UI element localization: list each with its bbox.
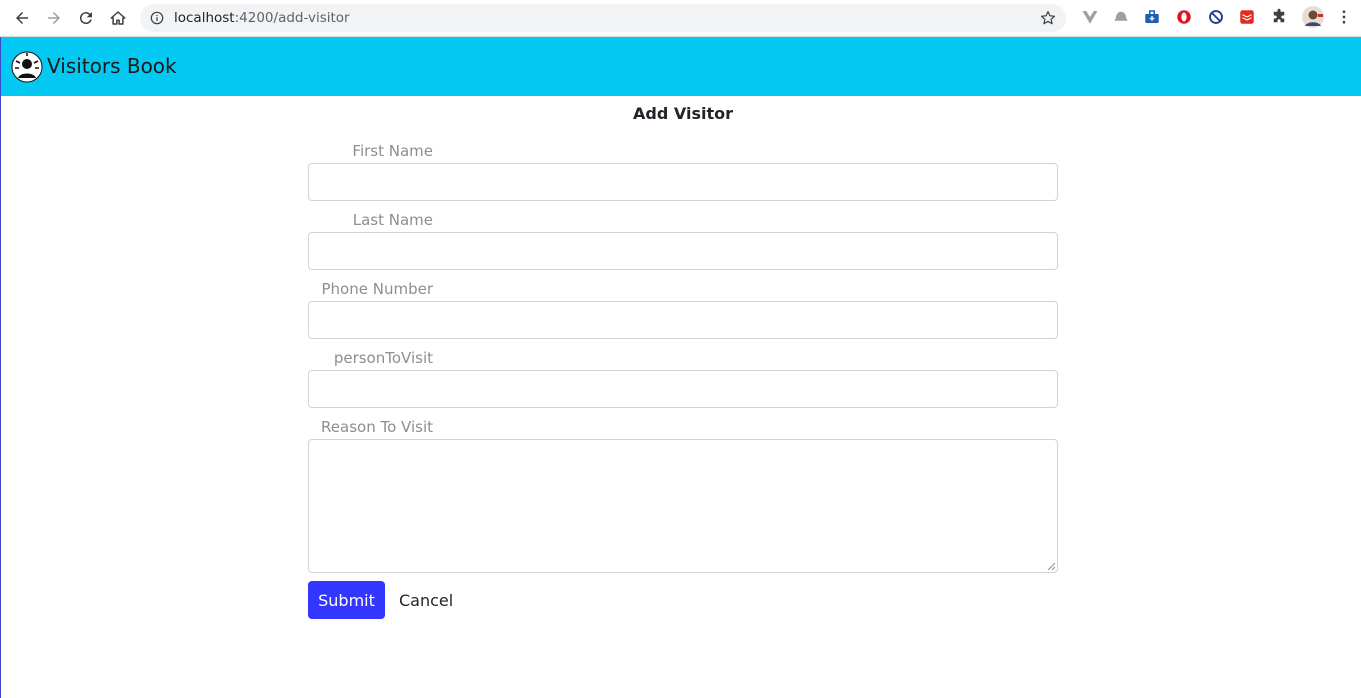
forward-button[interactable] [42, 6, 66, 30]
reload-icon [79, 12, 92, 25]
home-icon [110, 11, 126, 25]
extension-block-icon[interactable] [1207, 8, 1225, 26]
extension-opera-icon[interactable] [1175, 8, 1193, 26]
url-path: :4200/add-visitor [234, 10, 350, 26]
reload-button[interactable] [74, 6, 98, 30]
reason-to-visit-label: Reason To Visit [321, 418, 433, 436]
reason-to-visit-textarea[interactable] [308, 439, 1058, 573]
home-button[interactable] [106, 6, 130, 30]
first-name-input[interactable] [308, 163, 1058, 201]
back-button[interactable] [10, 6, 34, 30]
browser-toolbar: localhost:4200/add-visitor [0, 0, 1361, 37]
first-name-label: First Name [352, 142, 433, 160]
url-text: localhost:4200/add-visitor [174, 10, 350, 26]
person-to-visit-label: personToVisit [333, 349, 433, 367]
extension-vue-icon[interactable] [1081, 8, 1099, 26]
info-icon[interactable] [150, 11, 164, 25]
resize-handle-icon[interactable] [1047, 562, 1055, 570]
bookmark-star-icon[interactable] [1039, 9, 1057, 27]
arrow-right-icon [48, 12, 60, 24]
extensions-puzzle-icon[interactable] [1270, 8, 1288, 26]
extension-ghost-icon[interactable] [1112, 8, 1130, 26]
extension-toolbox-icon[interactable] [1143, 8, 1161, 26]
app-navbar: Visitors Book [0, 37, 1361, 96]
cancel-button[interactable]: Cancel [399, 591, 453, 610]
last-name-label: Last Name [352, 211, 433, 229]
submit-button[interactable]: Submit [308, 581, 385, 619]
visitor-logo-icon[interactable] [11, 51, 43, 83]
phone-number-input[interactable] [308, 301, 1058, 339]
brand-title[interactable]: Visitors Book [47, 54, 177, 78]
person-to-visit-input[interactable] [308, 370, 1058, 408]
left-border [0, 37, 1, 698]
url-host: localhost [174, 10, 235, 26]
address-bar[interactable]: localhost:4200/add-visitor [140, 4, 1066, 32]
page-title: Add Visitor [633, 104, 733, 123]
profile-avatar[interactable] [1301, 5, 1325, 29]
phone-number-label: Phone Number [321, 280, 434, 298]
last-name-input[interactable] [308, 232, 1058, 270]
extension-todoist-icon[interactable] [1238, 8, 1256, 26]
arrow-left-icon [16, 12, 28, 24]
browser-menu-icon[interactable] [1335, 8, 1353, 26]
